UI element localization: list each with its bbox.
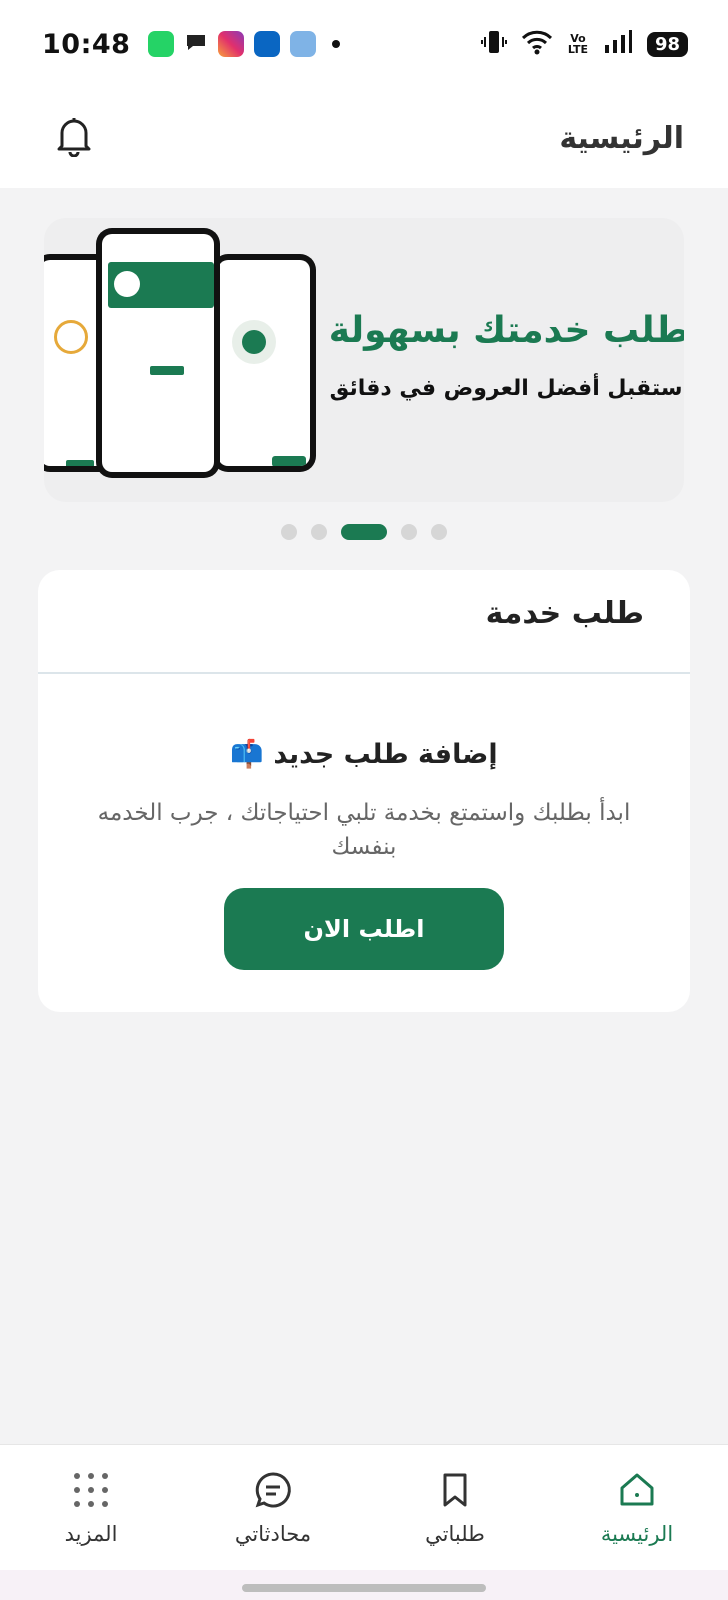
status-time: 10:48 (42, 28, 131, 60)
carousel-dot[interactable] (431, 524, 447, 540)
nav-item-home[interactable]: الرئيسية (557, 1470, 717, 1546)
messages-icon (184, 30, 208, 58)
nav-item-chats[interactable]: محادثاتي (193, 1470, 353, 1546)
banner-subline: استقبل أفضل العروض في دقائق (329, 376, 684, 401)
status-left: 10:48 (42, 28, 341, 60)
volte-label: Vo LTE (567, 32, 589, 56)
bell-icon (54, 115, 94, 161)
add-request-description: ابدأ بطلبك واستمتع بخدمة تلبي احتياجاتك … (97, 800, 631, 860)
bookmark-icon (435, 1470, 475, 1514)
instagram-icon (218, 31, 245, 57)
weather-icon (290, 31, 317, 57)
add-request-title: إضافة طلب جديد 📫 (230, 739, 498, 770)
battery-indicator: 98 (646, 31, 688, 57)
nav-item-more[interactable]: المزيد (11, 1470, 171, 1546)
carousel-indicator (0, 524, 728, 540)
nav-label-home: الرئيسية (600, 1521, 674, 1546)
carousel-dot[interactable] (311, 524, 327, 540)
whatsapp-icon (148, 31, 175, 57)
nav-label-more: المزيد (64, 1521, 118, 1546)
bottom-nav: الرئيسية طلباتي محادثاتي المزيد (0, 1444, 728, 1570)
chat-icon (253, 1470, 293, 1514)
card-title: طلب خدمة (485, 596, 644, 631)
signal-icon (603, 29, 633, 59)
status-right: Vo LTE 98 (480, 28, 688, 60)
carousel-dot[interactable] (401, 524, 417, 540)
nav-item-orders[interactable]: طلباتي (375, 1470, 535, 1546)
carousel-dot-active[interactable] (341, 524, 387, 540)
banner-headline: اطلب خدمتك بسهولة (328, 310, 684, 351)
home-indicator[interactable] (242, 1584, 486, 1592)
grid-dots-icon (71, 1470, 111, 1514)
card-divider (38, 672, 690, 674)
nav-label-chats: محادثاتي (234, 1521, 312, 1546)
order-now-button[interactable]: اطلب الان (224, 888, 504, 970)
carousel-dot[interactable] (281, 524, 297, 540)
notifications-button[interactable] (50, 114, 98, 162)
promo-banner[interactable]: اطلب خدمتك بسهولة استقبل أفضل العروض في … (44, 218, 684, 502)
page-title: الرئيسية (559, 120, 684, 156)
home-icon (617, 1470, 657, 1514)
status-bar: 10:48 Vo LTE 98 (0, 0, 728, 88)
app-header: الرئيسية (0, 88, 728, 188)
vibrate-icon (480, 28, 507, 60)
linkedin-icon (254, 31, 281, 57)
wifi-icon (521, 29, 553, 59)
nav-label-orders: طلباتي (425, 1521, 485, 1546)
service-request-card: طلب خدمة إضافة طلب جديد 📫 ابدأ بطلبك واس… (38, 570, 690, 1012)
more-notifications-icon (332, 40, 341, 48)
